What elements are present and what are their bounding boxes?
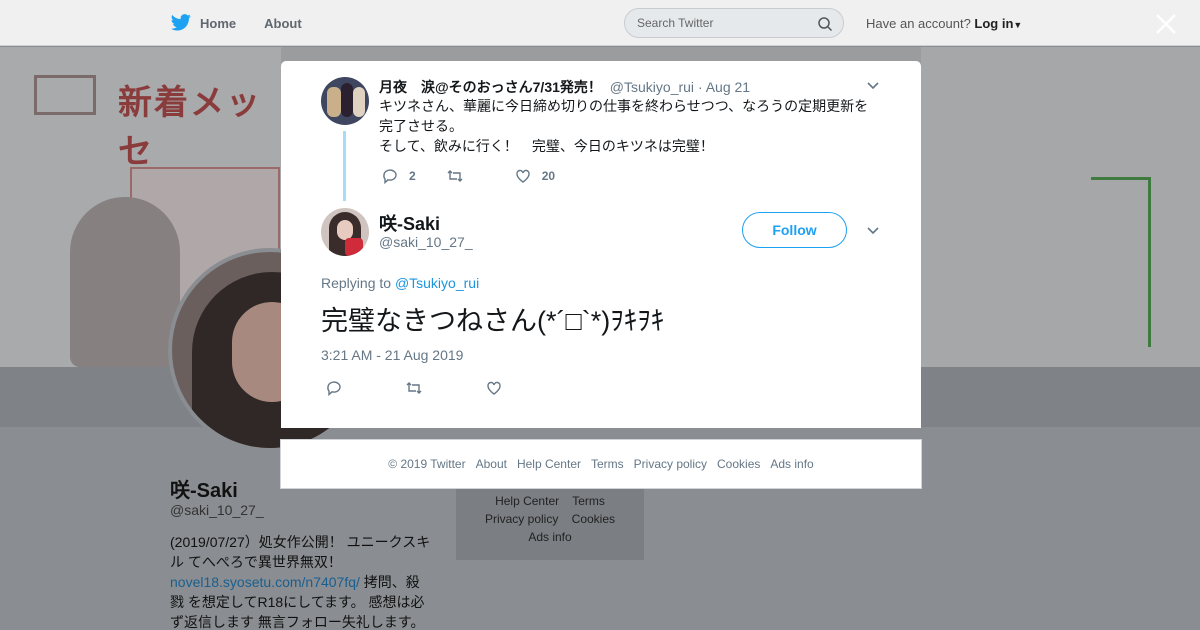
background-footer: Help Center Terms Privacy policy Cookies… xyxy=(456,488,644,560)
main-tweet-timestamp[interactable]: 3:21 AM - 21 Aug 2019 xyxy=(321,347,463,363)
footer-terms[interactable]: Terms xyxy=(591,457,624,471)
parent-reply-count: 2 xyxy=(409,169,416,183)
avatar-face xyxy=(337,220,353,240)
bg-footer-cookies[interactable]: Cookies xyxy=(572,512,615,526)
retweet-icon xyxy=(447,170,463,182)
tweet-modal: 月夜 涙@そのおっさん7/31発売！ @Tsukiyo_rui · Aug 21… xyxy=(281,61,921,428)
banner-decor-frame xyxy=(1091,177,1151,347)
main-tweet-menu-icon[interactable] xyxy=(866,224,880,238)
nav-about[interactable]: About xyxy=(264,16,302,31)
top-nav: Home About xyxy=(170,0,330,46)
parent-tweet-text: キツネさん、華麗に今日締め切りの仕事を終わらせつつ、なろうの定期更新を完了させる… xyxy=(379,96,879,156)
modal-footer: © 2019 Twitter About Help Center Terms P… xyxy=(280,439,922,489)
parent-like-button[interactable]: 20 xyxy=(514,167,555,185)
parent-retweet-button[interactable] xyxy=(446,167,474,185)
parent-text-line-2: そして、飲みに行く！ 完璧、今日のキツネは完璧！ xyxy=(379,138,714,154)
parent-tweet-menu-icon[interactable] xyxy=(866,79,880,93)
parent-tweet-avatar[interactable] xyxy=(321,77,369,125)
banner-text: 新着メッセ xyxy=(118,84,262,171)
search-input[interactable]: Search Twitter xyxy=(624,8,844,38)
profile-bio: (2019/07/27）処女作公開！ ユニークスキル てへぺろで異世界無双！ n… xyxy=(170,532,432,630)
main-author-handle[interactable]: @saki_10_27_ xyxy=(379,234,473,250)
avatar-figure xyxy=(341,83,353,117)
nav-about-label: About xyxy=(264,15,302,31)
heart-icon xyxy=(515,169,530,183)
account-area: Have an account? Log in▼ xyxy=(866,16,1022,31)
search-placeholder: Search Twitter xyxy=(637,16,714,30)
envelope-icon xyxy=(34,75,96,115)
heart-icon[interactable] xyxy=(485,379,503,397)
avatar-figure xyxy=(353,87,365,117)
footer-cookies[interactable]: Cookies xyxy=(717,457,760,471)
parent-reply-button[interactable]: 2 xyxy=(381,167,416,185)
twitter-bird-icon xyxy=(170,14,191,31)
bio-text-1: (2019/07/27）処女作公開！ ユニークスキル てへぺろで異世界無双！ xyxy=(170,534,431,570)
banner-person xyxy=(70,197,180,367)
nav-home[interactable]: Home xyxy=(170,14,236,32)
replying-label: Replying to xyxy=(321,275,392,291)
bio-link[interactable]: novel18.syosetu.com/n7407fq/ xyxy=(170,574,360,590)
footer-help[interactable]: Help Center xyxy=(517,457,581,471)
parent-tweet-date[interactable]: · Aug 21 xyxy=(698,79,750,95)
thread-connector xyxy=(343,131,346,201)
avatar-shirt xyxy=(345,238,363,256)
parent-text-line-1: キツネさん、華麗に今日締め切りの仕事を終わらせつつ、なろうの定期更新を完了させる… xyxy=(379,98,869,134)
account-prompt: Have an account? xyxy=(866,16,971,31)
nav-home-label: Home xyxy=(200,15,237,31)
footer-about[interactable]: About xyxy=(476,457,507,471)
banner-right-image xyxy=(921,47,1200,367)
close-icon[interactable] xyxy=(1154,12,1178,36)
main-author-name[interactable]: 咲-Saki xyxy=(379,210,440,236)
bg-footer-help[interactable]: Help Center xyxy=(495,494,559,508)
parent-tweet-actions: 2 20 xyxy=(381,167,585,185)
top-bar: Home About Search Twitter Have an accoun… xyxy=(0,0,1200,46)
profile-handle[interactable]: @saki_10_27_ xyxy=(170,502,264,518)
bg-footer-ads[interactable]: Ads info xyxy=(528,530,571,544)
chevron-down-icon[interactable]: ▼ xyxy=(1013,20,1022,30)
retweet-icon[interactable] xyxy=(405,379,423,397)
reply-icon xyxy=(383,169,397,185)
footer-privacy[interactable]: Privacy policy xyxy=(634,457,707,471)
login-link[interactable]: Log in xyxy=(974,16,1013,31)
replying-to-link[interactable]: @Tsukiyo_rui xyxy=(395,275,479,291)
search-icon[interactable] xyxy=(817,16,833,32)
parent-like-count: 20 xyxy=(541,169,556,183)
reply-icon[interactable] xyxy=(325,379,343,397)
footer-ads[interactable]: Ads info xyxy=(770,457,813,471)
main-tweet-avatar[interactable] xyxy=(321,208,369,256)
main-tweet-text: 完璧なきつねさん(*´□`*)ｦｷｦｷ xyxy=(321,306,665,336)
parent-author-name[interactable]: 月夜 涙@そのおっさん7/31発売！ xyxy=(379,79,602,95)
footer-copyright: © 2019 Twitter xyxy=(388,457,466,471)
parent-tweet-header: 月夜 涙@そのおっさん7/31発売！ @Tsukiyo_rui · Aug 21 xyxy=(379,77,750,97)
follow-button[interactable]: Follow xyxy=(742,212,847,248)
replying-to: Replying to @Tsukiyo_rui xyxy=(321,275,479,291)
main-tweet-actions xyxy=(325,379,565,397)
bg-footer-privacy[interactable]: Privacy policy xyxy=(485,512,558,526)
parent-author-handle[interactable]: @Tsukiyo_rui xyxy=(610,79,694,95)
profile-name: 咲-Saki xyxy=(170,480,238,502)
avatar-figure xyxy=(327,87,341,117)
bg-footer-terms[interactable]: Terms xyxy=(572,494,605,508)
